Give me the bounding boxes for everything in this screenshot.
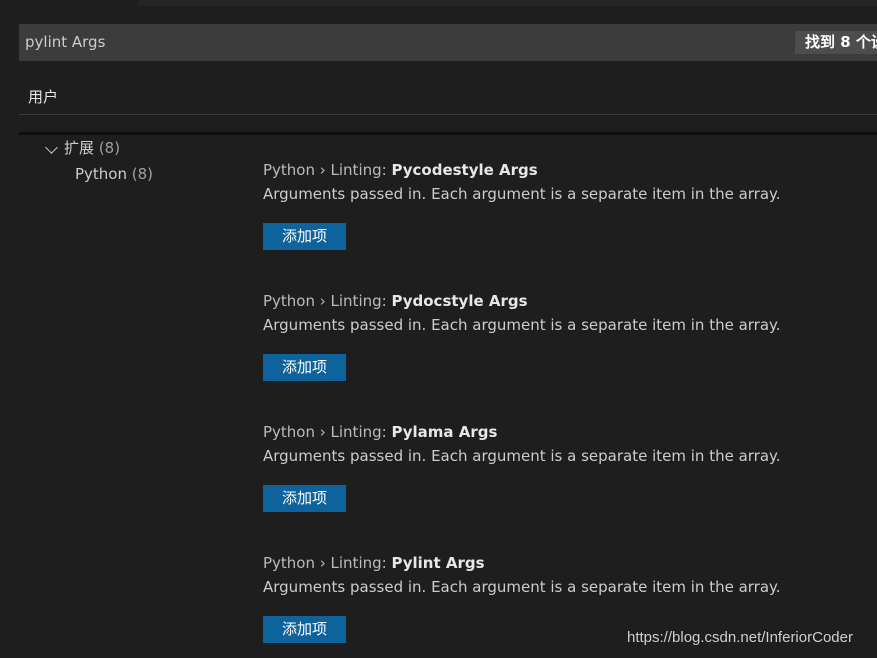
setting-description: Arguments passed in. Each argument is a … bbox=[263, 316, 781, 334]
setting-pylama-args: Python › Linting: Pylama Args Arguments … bbox=[263, 423, 823, 512]
setting-description: Arguments passed in. Each argument is a … bbox=[263, 447, 781, 465]
add-item-button[interactable]: 添加项 bbox=[263, 485, 346, 512]
setting-category: Python › Linting: bbox=[263, 423, 392, 441]
setting-category: Python › Linting: bbox=[263, 554, 392, 572]
setting-title: Python › Linting: Pylama Args bbox=[263, 423, 823, 443]
setting-label: Pydocstyle Args bbox=[391, 292, 528, 310]
result-count-badge: 找到 8 个设置 bbox=[795, 31, 877, 54]
setting-category: Python › Linting: bbox=[263, 292, 392, 310]
setting-pydocstyle-args: Python › Linting: Pydocstyle Args Argume… bbox=[263, 292, 823, 381]
add-item-button[interactable]: 添加项 bbox=[263, 223, 346, 250]
search-input[interactable]: pylint Args bbox=[25, 33, 105, 51]
setting-label: Pylama Args bbox=[391, 423, 498, 441]
add-item-button[interactable]: 添加项 bbox=[263, 616, 346, 643]
watermark: https://blog.csdn.net/InferiorCoder bbox=[627, 629, 853, 646]
setting-title: Python › Linting: Pydocstyle Args bbox=[263, 292, 823, 312]
settings-search-bar[interactable]: pylint Args 找到 8 个设置 bbox=[19, 24, 877, 61]
tab-divider bbox=[19, 114, 877, 115]
chevron-down-icon[interactable] bbox=[45, 140, 58, 154]
setting-label: Pylint Args bbox=[391, 554, 485, 572]
add-item-button[interactable]: 添加项 bbox=[263, 354, 346, 381]
setting-description: Arguments passed in. Each argument is a … bbox=[263, 578, 781, 596]
tab-user[interactable]: 用户 bbox=[19, 84, 71, 115]
toc-item-python[interactable]: Python (8) bbox=[75, 165, 153, 183]
setting-pycodestyle-args: Python › Linting: Pycodestyle Args Argum… bbox=[263, 161, 823, 250]
toc-item-label: Python bbox=[75, 165, 127, 183]
setting-title: Python › Linting: Pycodestyle Args bbox=[263, 161, 823, 181]
setting-category: Python › Linting: bbox=[263, 161, 392, 179]
toc-group-extensions[interactable]: 扩展 (8) bbox=[44, 137, 120, 158]
toc-group-count: (8) bbox=[98, 139, 121, 157]
toc-group-label: 扩展 bbox=[64, 139, 95, 157]
setting-description: Arguments passed in. Each argument is a … bbox=[263, 185, 781, 203]
setting-label: Pycodestyle Args bbox=[391, 161, 538, 179]
top-strip bbox=[138, 0, 877, 6]
header-shadow bbox=[19, 132, 877, 135]
toc-item-count: (8) bbox=[131, 165, 154, 183]
setting-title: Python › Linting: Pylint Args bbox=[263, 554, 823, 574]
